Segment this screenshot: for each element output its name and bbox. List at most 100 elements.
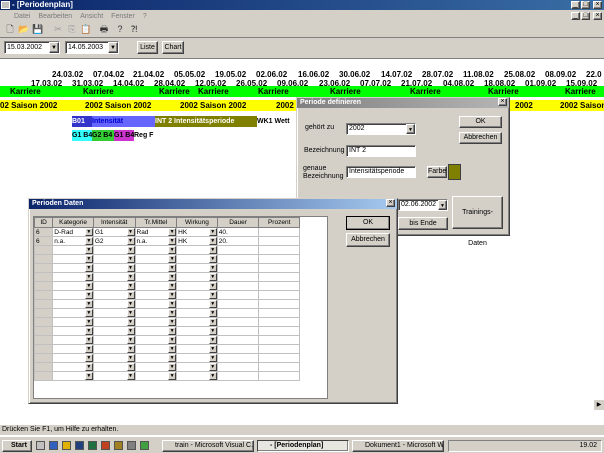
table-row[interactable]: ▼ ▼ ▼ ▼: [34, 299, 300, 309]
period-block[interactable]: G1 B4: [114, 130, 134, 141]
table-row[interactable]: ▼ ▼ ▼ ▼: [34, 326, 300, 336]
grid-cell[interactable]: ▼: [92, 326, 136, 336]
grid-cell[interactable]: ▼: [134, 344, 178, 354]
period-block[interactable]: B01: [72, 116, 92, 127]
grid-cell[interactable]: [216, 281, 260, 291]
table-row[interactable]: ▼ ▼ ▼ ▼: [34, 290, 300, 300]
grid-cell[interactable]: ▼: [52, 326, 94, 336]
grid-cell[interactable]: ▼: [134, 353, 178, 363]
grid-cell[interactable]: [258, 353, 300, 363]
grid-cell[interactable]: ▼: [92, 308, 136, 318]
chevron-down-icon[interactable]: ▼: [126, 336, 135, 344]
grid-cell[interactable]: ▼: [176, 272, 218, 282]
chevron-down-icon[interactable]: ▼: [208, 327, 217, 335]
grid-cell[interactable]: [216, 362, 260, 372]
grid-cell[interactable]: [216, 371, 260, 381]
chevron-down-icon[interactable]: ▼: [168, 372, 177, 380]
chevron-down-icon[interactable]: ▼: [208, 255, 217, 263]
grid-cell[interactable]: ▼: [176, 290, 218, 300]
save-icon[interactable]: 💾: [32, 24, 44, 35]
chevron-down-icon[interactable]: ▼: [84, 363, 93, 371]
grid-cell[interactable]: ▼: [52, 317, 94, 327]
period-block[interactable]: WK1 Wett: [257, 116, 297, 127]
scroll-right-arrow[interactable]: ▶: [594, 400, 604, 410]
grid-cell[interactable]: [258, 290, 300, 300]
chevron-down-icon[interactable]: ▼: [168, 336, 177, 344]
col-header[interactable]: Tr.Mittel: [134, 217, 178, 228]
chevron-down-icon[interactable]: ▼: [126, 255, 135, 263]
chevron-down-icon[interactable]: ▼: [126, 363, 135, 371]
chevron-down-icon[interactable]: ▼: [126, 282, 135, 290]
grid-cell[interactable]: ▼: [92, 344, 136, 354]
period-block-int2[interactable]: INT 2 Intensitätsperiode: [155, 116, 257, 127]
new-file-icon[interactable]: 🗋: [4, 24, 16, 35]
chevron-down-icon[interactable]: ▼: [84, 237, 93, 245]
grid-cell[interactable]: [258, 245, 300, 255]
chevron-down-icon[interactable]: ▼: [208, 336, 217, 344]
mdi-minimize-button[interactable]: _: [571, 12, 580, 20]
chevron-down-icon[interactable]: ▼: [84, 282, 93, 290]
chevron-down-icon[interactable]: ▼: [126, 345, 135, 353]
chevron-down-icon[interactable]: ▼: [84, 318, 93, 326]
context-help-icon[interactable]: ⁈: [128, 24, 140, 35]
trainings-daten-button[interactable]: Trainings-Daten: [452, 196, 503, 247]
grid-cell[interactable]: ▼: [134, 254, 178, 264]
ie-icon[interactable]: [49, 441, 58, 450]
chevron-down-icon[interactable]: ▼: [168, 300, 177, 308]
grid-cell[interactable]: ▼: [52, 299, 94, 309]
grid-cell[interactable]: ▼: [176, 254, 218, 264]
chart-button[interactable]: Chart: [162, 41, 184, 54]
grid-cell[interactable]: ▼: [176, 353, 218, 363]
chevron-down-icon[interactable]: ▼: [126, 318, 135, 326]
chevron-down-icon[interactable]: ▼: [208, 372, 217, 380]
chevron-down-icon[interactable]: ▼: [208, 318, 217, 326]
mdi-close-button[interactable]: ×: [593, 12, 602, 20]
chevron-down-icon[interactable]: ▼: [208, 354, 217, 362]
bis-ende-button[interactable]: bis Ende: [398, 217, 448, 230]
grid-cell[interactable]: ▼: [134, 245, 178, 255]
chevron-down-icon[interactable]: ▼: [208, 246, 217, 254]
grid-cell[interactable]: [216, 308, 260, 318]
help-icon[interactable]: ?: [114, 24, 126, 35]
table-row[interactable]: ▼ ▼ ▼ ▼: [34, 281, 300, 291]
col-header[interactable]: Prozent: [258, 217, 300, 228]
chevron-down-icon[interactable]: ▼: [84, 246, 93, 254]
grid-cell[interactable]: ▼: [176, 308, 218, 318]
grid-cell[interactable]: [258, 344, 300, 354]
grid-cell[interactable]: [216, 344, 260, 354]
to-date-combo[interactable]: 14.05.2003 ▼: [65, 41, 119, 54]
gehoert-combo[interactable]: 2002 ▼: [346, 123, 416, 135]
grid-cell[interactable]: ▼: [134, 326, 178, 336]
col-header[interactable]: Intensität: [92, 217, 136, 228]
grid-cell[interactable]: ▼: [176, 281, 218, 291]
chevron-down-icon[interactable]: ▼: [168, 309, 177, 317]
chevron-down-icon[interactable]: ▼: [208, 237, 217, 245]
grid-cell[interactable]: ▼: [92, 245, 136, 255]
liste-button[interactable]: Liste: [137, 41, 158, 54]
farbe-button[interactable]: Farbe: [427, 166, 447, 178]
grid-cell[interactable]: ▼: [134, 263, 178, 273]
chevron-down-icon[interactable]: ▼: [208, 264, 217, 272]
grid-cell[interactable]: [258, 317, 300, 327]
chevron-down-icon[interactable]: ▼: [168, 273, 177, 281]
cell-intensitaet[interactable]: G2 ▼: [92, 236, 136, 246]
grid-cell[interactable]: ▼: [92, 254, 136, 264]
chevron-down-icon[interactable]: ▼: [84, 291, 93, 299]
table-row[interactable]: ▼ ▼ ▼ ▼: [34, 371, 300, 381]
chevron-down-icon[interactable]: ▼: [126, 354, 135, 362]
grid-cell[interactable]: ▼: [134, 308, 178, 318]
grid-cell[interactable]: ▼: [52, 290, 94, 300]
grid-cell[interactable]: [258, 362, 300, 372]
start-button[interactable]: Start: [2, 440, 32, 452]
grid-cell[interactable]: [216, 317, 260, 327]
grid-cell[interactable]: ▼: [176, 344, 218, 354]
chevron-down-icon[interactable]: ▼: [208, 345, 217, 353]
grid-cell[interactable]: [216, 326, 260, 336]
grid-cell[interactable]: ▼: [134, 317, 178, 327]
chevron-down-icon[interactable]: ▼: [168, 255, 177, 263]
copy-icon[interactable]: ⎘: [66, 24, 78, 35]
cell-prozent[interactable]: [258, 236, 300, 246]
folder-icon[interactable]: [62, 441, 71, 450]
chevron-down-icon[interactable]: ▼: [126, 309, 135, 317]
table-row[interactable]: ▼ ▼ ▼ ▼: [34, 353, 300, 363]
